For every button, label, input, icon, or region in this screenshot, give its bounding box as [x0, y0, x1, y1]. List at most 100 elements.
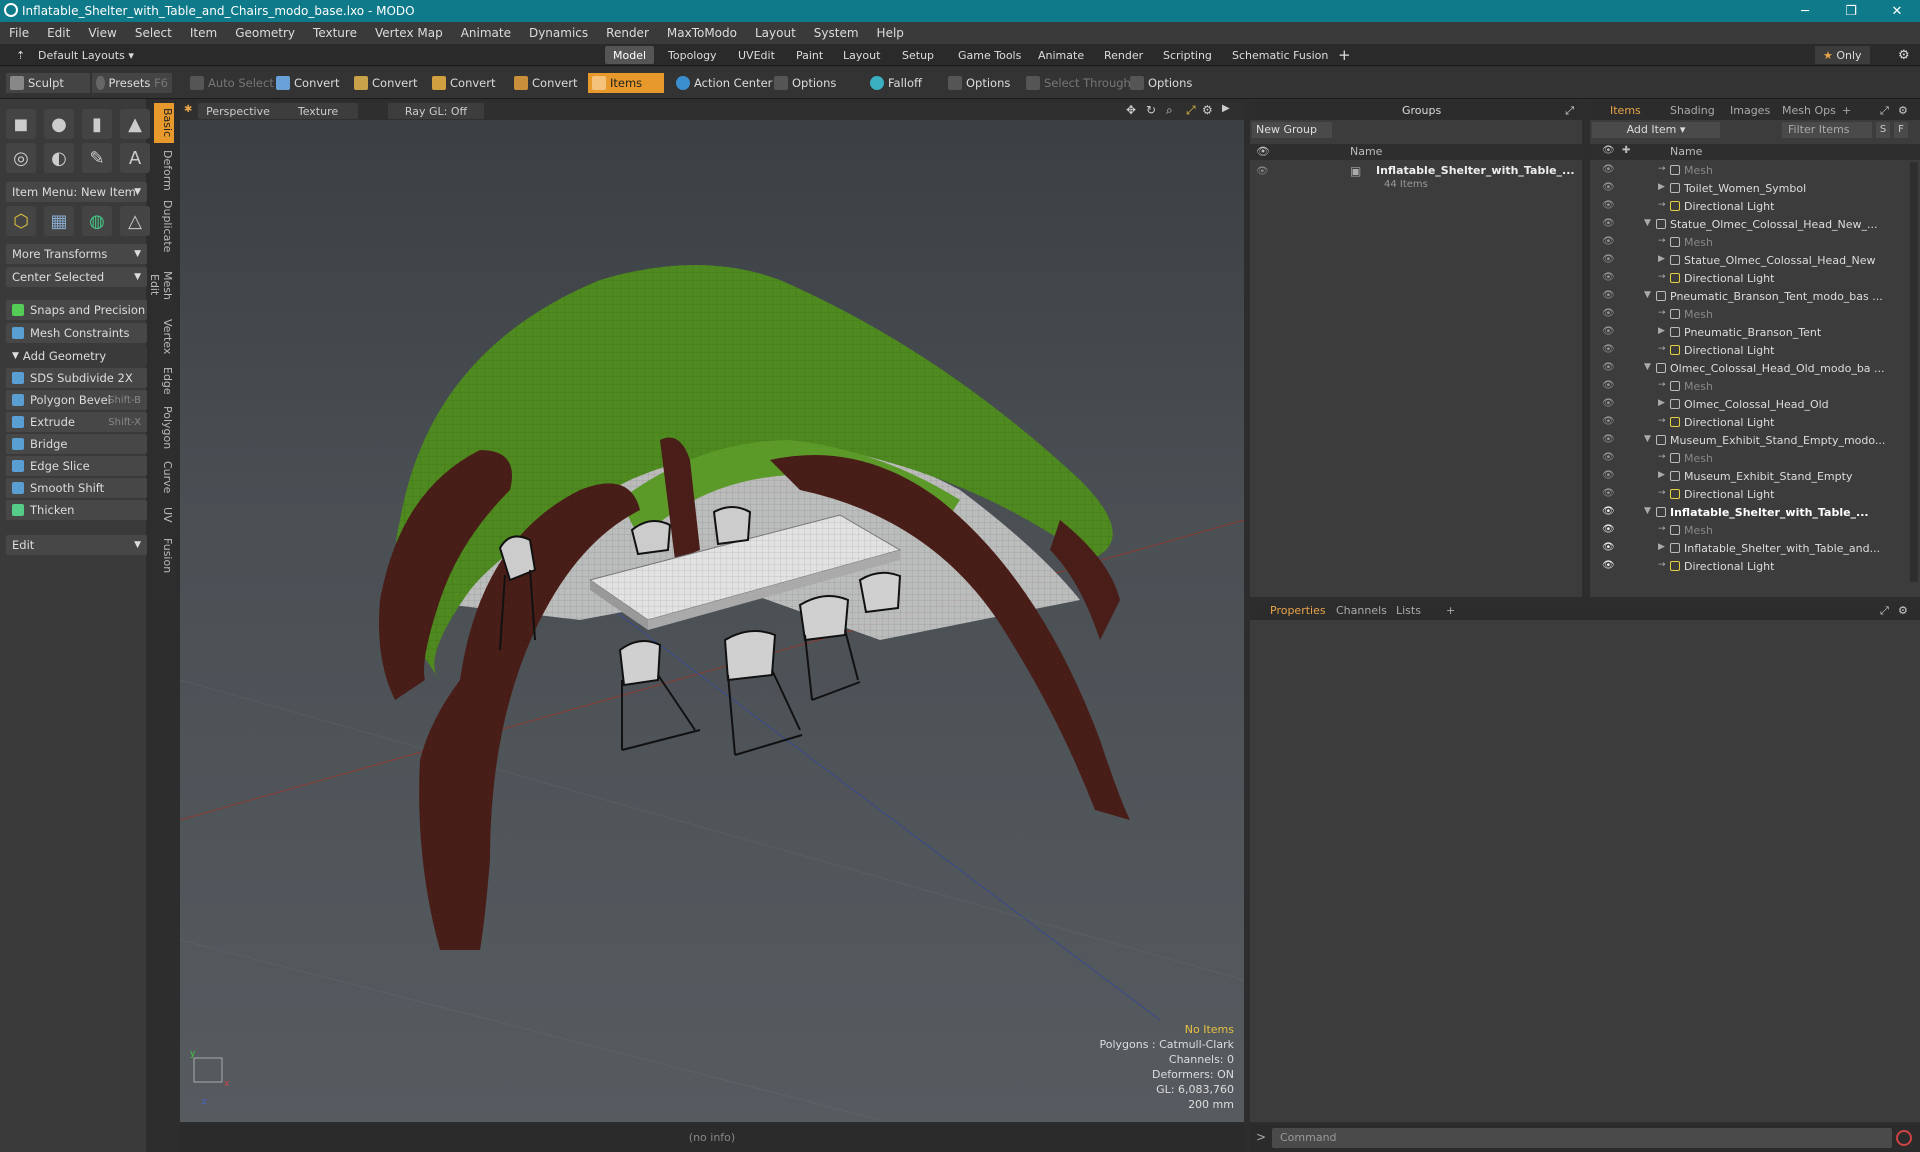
eye-icon[interactable]: 👁 — [1602, 380, 1615, 392]
expand-right-icon[interactable]: ▶ — [1222, 103, 1230, 114]
item-row[interactable]: 👁 → Directional Light — [1590, 558, 1900, 576]
pan-icon[interactable]: ✥ — [1126, 103, 1136, 117]
close-icon[interactable]: ✕ — [1874, 0, 1920, 22]
menu-layout[interactable]: Layout — [746, 26, 805, 40]
rotate-icon[interactable]: ↻ — [1146, 103, 1156, 117]
item-row[interactable]: 👁 ▶ Toilet_Women_Symbol — [1590, 180, 1900, 198]
tab-render[interactable]: Render — [1096, 46, 1151, 64]
tab-items[interactable]: Items — [1610, 104, 1641, 117]
camera-frustum-icon[interactable]: △ — [120, 206, 150, 236]
eye-icon[interactable]: 👁 — [1602, 506, 1615, 518]
command-input[interactable]: Command — [1272, 1128, 1892, 1148]
options-button-2[interactable]: Options — [944, 73, 1014, 93]
eye-icon[interactable]: 👁 — [1602, 272, 1615, 284]
menu-edit[interactable]: Edit — [38, 26, 79, 40]
thicken-button[interactable]: Thicken — [6, 500, 147, 520]
text-icon[interactable]: A — [120, 143, 150, 173]
minimize-icon[interactable]: ─ — [1782, 0, 1828, 22]
locator-icon[interactable]: ⬡ — [6, 206, 36, 236]
viewport-menu-icon[interactable]: ✱ — [184, 104, 192, 115]
menu-maxtomodo[interactable]: MaxToModo — [658, 26, 746, 40]
tab-uv[interactable]: UV — [154, 501, 174, 529]
item-row[interactable]: 👁 → Directional Light — [1590, 486, 1900, 504]
eye-icon[interactable]: 👁 — [1602, 290, 1615, 302]
eye-icon[interactable]: 👁 — [1602, 542, 1615, 554]
tab-channels[interactable]: Channels — [1336, 604, 1387, 617]
cone-icon[interactable]: ▲ — [120, 109, 150, 139]
eye-icon[interactable]: 👁 — [1602, 560, 1615, 572]
expand-arrow-icon[interactable]: ▶ — [1658, 542, 1665, 552]
menu-animate[interactable]: Animate — [452, 26, 520, 40]
eye-icon[interactable]: 👁 — [1602, 164, 1615, 176]
menu-dynamics[interactable]: Dynamics — [520, 26, 597, 40]
collapse-arrow-icon[interactable]: ▼ — [1644, 362, 1651, 372]
convert-button-1[interactable]: Convert — [272, 73, 343, 93]
filter-f-button[interactable]: F — [1894, 122, 1908, 138]
convert-button-3[interactable]: Convert — [428, 73, 499, 93]
add-item-button[interactable]: Add Item ▾ — [1592, 122, 1720, 138]
item-row[interactable]: 👁 → Mesh — [1590, 306, 1900, 324]
item-row[interactable]: 👁 → Mesh — [1590, 522, 1900, 540]
filter-s-button[interactable]: S — [1876, 122, 1890, 138]
menu-vertex-map[interactable]: Vertex Map — [366, 26, 452, 40]
convert-button-4[interactable]: Convert — [510, 73, 581, 93]
action-center-button[interactable]: Action Center — [672, 73, 776, 93]
tab-animate[interactable]: Animate — [1030, 46, 1092, 64]
default-layouts-dropdown[interactable]: Default Layouts ▾ — [30, 46, 142, 64]
tab-edge[interactable]: Edge — [154, 363, 174, 399]
tab-paint[interactable]: Paint — [788, 46, 831, 64]
perspective-dropdown[interactable]: Perspective — [198, 103, 278, 119]
cylinder-icon[interactable]: ▮ — [82, 109, 112, 139]
item-row[interactable]: 👁 ▼ Inflatable_Shelter_with_Table_... — [1590, 504, 1900, 522]
menu-render[interactable]: Render — [597, 26, 658, 40]
eye-icon[interactable]: 👁 — [1602, 524, 1615, 536]
eye-icon[interactable]: 👁 — [1602, 182, 1615, 194]
eye-icon[interactable]: 👁 — [1602, 344, 1615, 356]
menu-item[interactable]: Item — [181, 26, 226, 40]
item-row[interactable]: 👁 → Directional Light — [1590, 198, 1900, 216]
edge-slice-button[interactable]: Edge Slice — [6, 456, 147, 476]
tab-setup[interactable]: Setup — [894, 46, 942, 64]
item-row[interactable]: 👁 → Mesh — [1590, 378, 1900, 396]
tab-properties[interactable]: Properties — [1270, 604, 1326, 617]
eye-icon[interactable]: 👁 — [1602, 470, 1615, 482]
gear-icon[interactable]: ⚙ — [1898, 604, 1908, 617]
collapse-arrow-icon[interactable]: ▼ — [1644, 506, 1651, 516]
menu-view[interactable]: View — [79, 26, 125, 40]
expand-icon[interactable]: ⤢ — [1880, 604, 1889, 618]
group-entry[interactable]: 👁 ▣ Inflatable_Shelter_with_Table_... 44… — [1250, 162, 1575, 200]
item-row[interactable]: 👁 → Mesh — [1590, 450, 1900, 468]
item-row[interactable]: 👁 ▼ Pneumatic_Branson_Tent_modo_bas ... — [1590, 288, 1900, 306]
eye-icon[interactable]: 👁 — [1602, 362, 1615, 374]
more-transforms-dropdown[interactable]: More Transforms ▼ — [6, 244, 147, 264]
pen-icon[interactable]: ✎ — [82, 143, 112, 173]
tab-deform[interactable]: Deform — [154, 147, 174, 193]
item-row[interactable]: 👁 → Mesh — [1590, 162, 1900, 180]
options-button-1[interactable]: Options — [770, 73, 840, 93]
menu-file[interactable]: File — [0, 26, 38, 40]
item-row[interactable]: 👁 → Mesh — [1590, 234, 1900, 252]
item-row[interactable]: 👁 ▶ Inflatable_Shelter_with_Table_and... — [1590, 540, 1900, 558]
expand-arrow-icon[interactable]: ▶ — [1658, 470, 1665, 480]
eye-icon[interactable]: 👁 — [1602, 416, 1615, 428]
item-row[interactable]: 👁 → Directional Light — [1590, 270, 1900, 288]
only-toggle[interactable]: ★ Only — [1815, 46, 1870, 64]
tab-vertex[interactable]: Vertex — [154, 315, 174, 359]
add-tab-icon[interactable]: + — [1330, 46, 1359, 64]
eye-icon[interactable]: 👁 — [1602, 398, 1615, 410]
bridge-button[interactable]: Bridge — [6, 434, 147, 454]
tab-shading[interactable]: Shading — [1670, 104, 1715, 117]
menu-texture[interactable]: Texture — [304, 26, 366, 40]
gear-icon[interactable]: ⚙ — [1898, 104, 1908, 117]
tab-basic[interactable]: Basic — [154, 103, 174, 143]
tab-polygon[interactable]: Polygon — [154, 403, 174, 453]
expand-arrow-icon[interactable]: ▶ — [1658, 182, 1665, 192]
eye-icon[interactable]: 👁 — [1602, 326, 1615, 338]
collapse-arrow-icon[interactable]: ▼ — [1644, 218, 1651, 228]
items-mode-button[interactable]: Items — [588, 73, 664, 93]
cube-icon[interactable]: ◼ — [6, 109, 36, 139]
menu-geometry[interactable]: Geometry — [226, 26, 304, 40]
tab-mesh-edit[interactable]: Mesh Edit — [148, 259, 174, 311]
tab-topology[interactable]: Topology — [660, 46, 725, 64]
torus-icon[interactable]: ◎ — [6, 143, 36, 173]
